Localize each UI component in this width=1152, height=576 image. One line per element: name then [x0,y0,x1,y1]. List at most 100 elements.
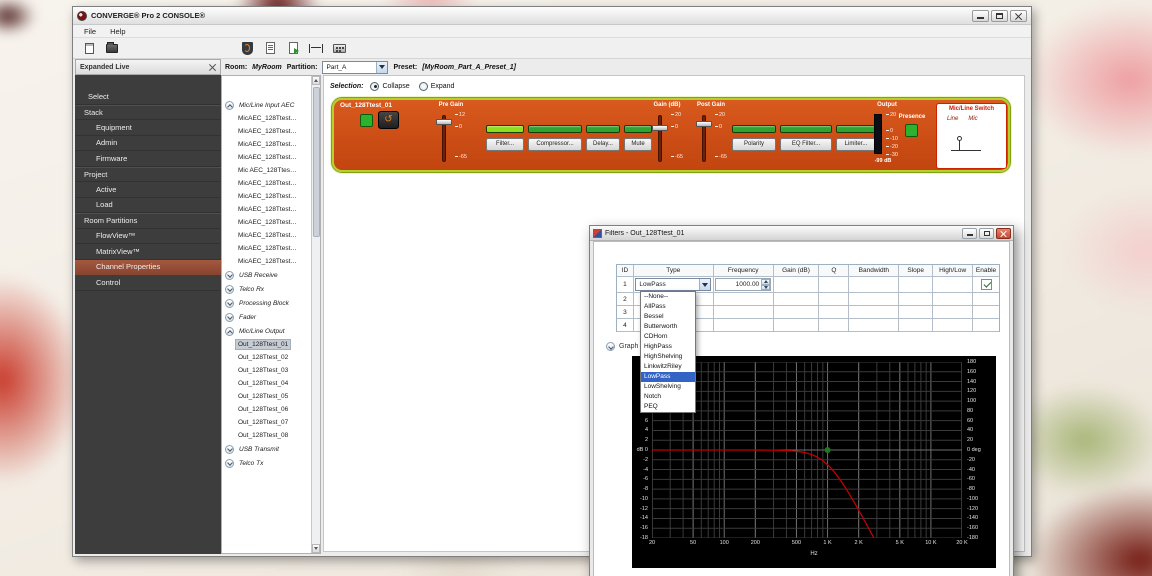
menu-item[interactable]: File [77,26,103,37]
tree-node[interactable]: MicAEC_128Ttest_01 [222,112,311,125]
tree-node[interactable]: MicAEC_128Ttest_04 [222,151,311,164]
tree-node[interactable]: Fader [222,310,311,324]
close-button[interactable] [1010,10,1027,22]
expander-icon[interactable] [225,313,234,322]
graph-plot-area[interactable] [652,362,962,538]
maximize-button[interactable] [991,10,1008,22]
tree-node[interactable]: MicAEC_128Ttest_10 [222,229,311,242]
sidebar-item[interactable]: Channel Properties [75,260,221,276]
polarity-button[interactable]: Polarity [732,138,776,151]
filter-button[interactable]: Filter... [486,138,524,151]
tree-node[interactable]: Mic AEC_128Ttest_05 [222,164,311,177]
dropdown-option[interactable]: Bessel [641,312,695,322]
tree-node[interactable]: MicAEC_128Ttest_08 [222,203,311,216]
export-button[interactable] [283,40,303,57]
delay-button[interactable]: Delay... [586,138,620,151]
filter-node-handle[interactable] [825,447,831,453]
dropdown-option[interactable]: LinkwitzRiley [641,362,695,372]
window-titlebar[interactable]: CONVERGE® Pro 2 CONSOLE® [73,7,1031,25]
tree-node[interactable]: Mic/Line Input AEC [222,98,311,112]
dropdown-option[interactable]: CDHorn [641,332,695,342]
compressor-button[interactable]: Compressor... [528,138,582,151]
dropdown-option[interactable]: --None-- [641,292,695,302]
connect-device-button[interactable] [237,40,257,57]
dropdown-option[interactable]: LowPass [641,372,695,382]
fit-width-button[interactable] [306,40,326,57]
dialog-minimize-button[interactable] [962,228,977,239]
new-document-button[interactable] [79,40,99,57]
sidebar-item[interactable]: Load [75,198,221,214]
device-button[interactable] [329,40,349,57]
tree-node[interactable]: USB Receive [222,268,311,282]
open-folder-button[interactable] [102,40,122,57]
spin-down-icon[interactable] [761,285,770,291]
minimize-button[interactable] [972,10,989,22]
scroll-down-icon[interactable] [312,544,320,553]
enable-checkbox[interactable] [981,279,992,290]
dropdown-option[interactable]: HighPass [641,342,695,352]
expander-icon[interactable] [225,299,234,308]
partition-select[interactable]: Part_A [322,61,388,74]
tree-node[interactable]: MicAEC_128Ttest_12 [222,255,311,268]
tree-node[interactable]: Mic/Line Output [222,324,311,338]
expander-icon[interactable] [225,101,234,110]
sidebar-item[interactable]: Admin [75,136,221,152]
tree-scrollbar[interactable] [311,76,320,553]
tree-node[interactable]: MicAEC_128Ttest_03 [222,138,311,151]
scrollbar-thumb[interactable] [313,87,320,237]
expander-icon[interactable] [225,459,234,468]
expander-icon[interactable] [225,445,234,454]
sidebar-item[interactable]: Room Partitions [75,213,221,229]
dropdown-option[interactable]: LowShelving [641,382,695,392]
tree-node[interactable]: Processing Block [222,296,311,310]
close-panel-button[interactable] [209,64,216,71]
slope-cell[interactable] [899,277,933,292]
radio-option[interactable]: Expand [419,82,455,91]
dialog-titlebar[interactable]: Filters - Out_128Ttest_01 [590,226,1013,241]
tree-node[interactable]: MicAEC_128Ttest_07 [222,190,311,203]
tree-node[interactable]: MicAEC_128Ttest_02 [222,125,311,138]
tree-node[interactable]: Out_128Ttest_02 [222,351,311,364]
tree-node[interactable]: USB Transmit [222,442,311,456]
highlow-cell[interactable] [933,277,973,292]
fader-handle[interactable] [696,121,712,127]
expander-icon[interactable] [225,327,234,336]
tree-node[interactable]: Out_128Ttest_08 [222,429,311,442]
dropdown-option[interactable]: HighShelving [641,352,695,362]
fader-handle[interactable] [652,125,668,131]
fader-handle[interactable] [436,119,452,125]
sidebar-item[interactable]: MatrixView™ [75,244,221,260]
gain-cell[interactable] [774,277,820,292]
sidebar-item[interactable]: Select [75,89,221,105]
sidebar-item[interactable]: Control [75,275,221,291]
scroll-up-icon[interactable] [312,76,320,85]
mic-line-switch[interactable]: Mic/Line Switch Line Mic [936,103,1007,169]
eq-filter-button[interactable]: EQ Filter... [780,138,832,151]
sidebar-item[interactable]: Stack [75,105,221,121]
tree-node[interactable]: Telco Rx [222,282,311,296]
tree-node[interactable]: Out_128Ttest_05 [222,390,311,403]
bandwidth-cell[interactable] [849,277,899,292]
menu-item[interactable]: Help [103,26,132,37]
channel-config-button[interactable]: ↺ [378,111,399,129]
filter-type-select[interactable]: LowPass [635,278,711,291]
tree-node[interactable]: Out_128Ttest_06 [222,403,311,416]
sidebar-item[interactable]: Active [75,182,221,198]
dropdown-option[interactable]: PEQ [641,402,695,412]
sidebar-item[interactable]: FlowView™ [75,229,221,245]
tree-node[interactable]: Out_128Ttest_01 [222,338,311,351]
tree-node[interactable]: MicAEC_128Ttest_06 [222,177,311,190]
tree-node[interactable]: Out_128Ttest_04 [222,377,311,390]
dropdown-option[interactable]: Notch [641,392,695,402]
fader-track[interactable] [658,115,662,162]
tree-node[interactable]: Out_128Ttest_07 [222,416,311,429]
dialog-maximize-button[interactable] [979,228,994,239]
graph-section-toggle[interactable]: Graph [606,342,638,351]
dropdown-option[interactable]: Butterworth [641,322,695,332]
frequency-input[interactable]: 1000.00 [715,278,771,291]
sidebar-item[interactable]: Firmware [75,151,221,167]
expander-icon[interactable] [606,342,615,351]
tree-node[interactable]: Telco Tx [222,456,311,470]
dialog-close-button[interactable] [996,228,1011,239]
switch-lever-icon[interactable] [951,138,981,154]
